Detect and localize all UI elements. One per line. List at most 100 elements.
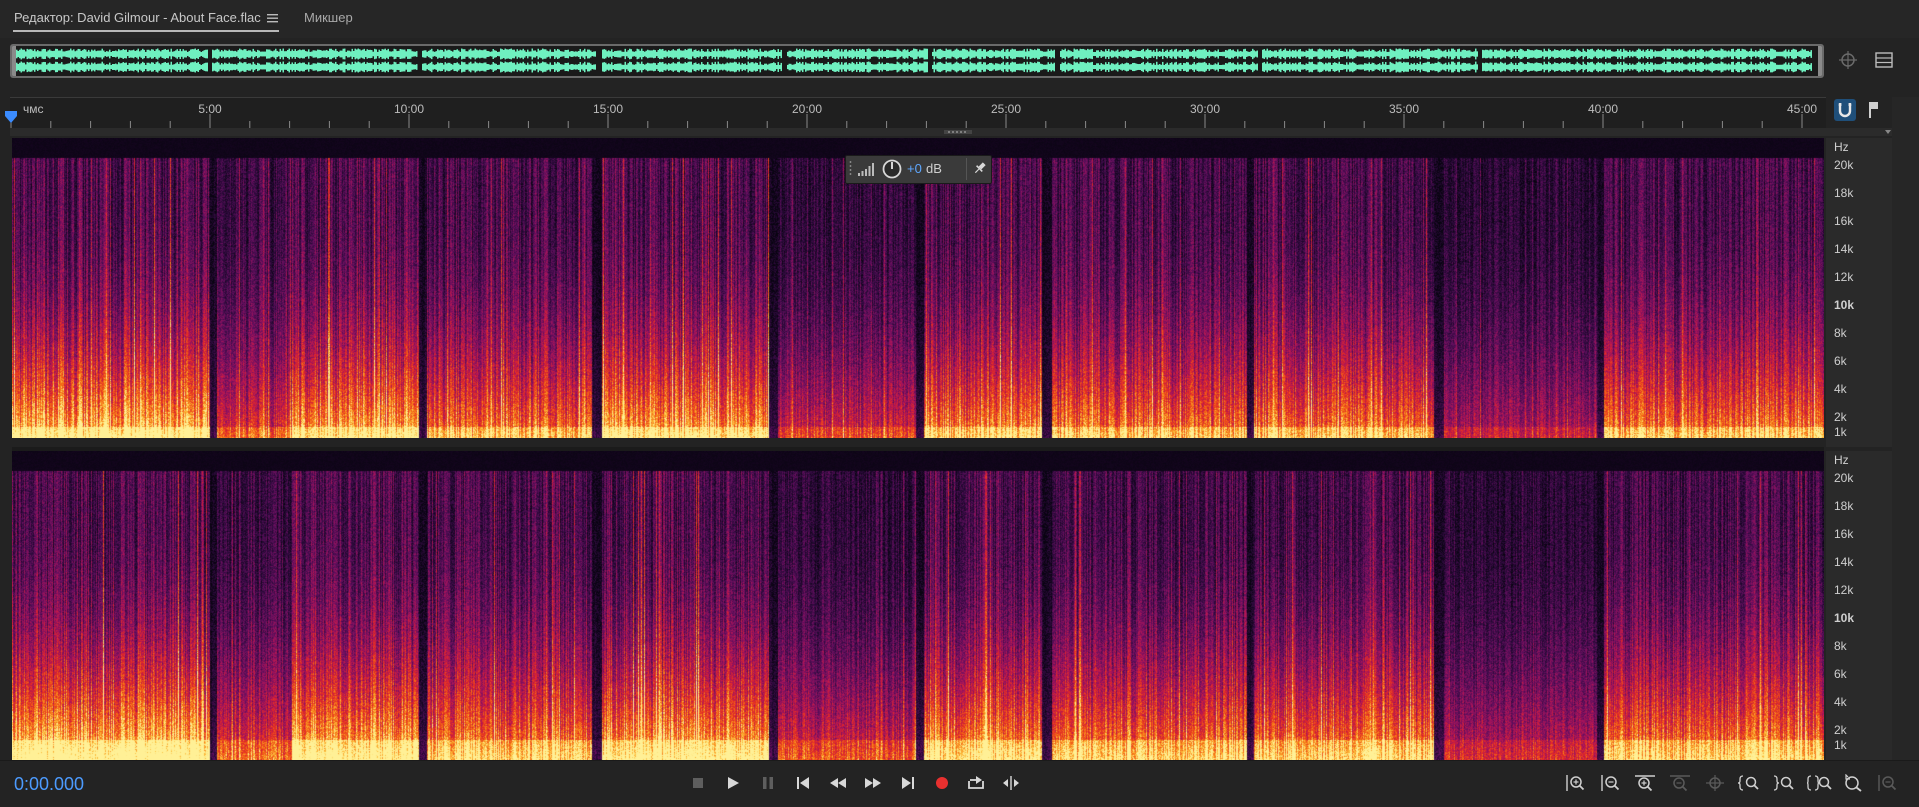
- skip-to-end-icon: [902, 777, 914, 789]
- frequency-label: 12k: [1834, 583, 1854, 597]
- ruler-unit-label: чмс: [23, 102, 44, 116]
- chevron-down-icon[interactable]: [1884, 128, 1892, 136]
- frequency-label: 20k: [1834, 158, 1854, 172]
- ruler-tick-label: 30:00: [1189, 102, 1221, 116]
- snap-magnet-icon[interactable]: [1834, 99, 1856, 121]
- skip-selection-button[interactable]: [999, 772, 1023, 794]
- zoom-in-right-button[interactable]: [1772, 772, 1798, 794]
- rewind-icon: [830, 778, 846, 788]
- hud-drag-grip-icon[interactable]: [848, 159, 853, 178]
- time-display[interactable]: 0:00.000: [14, 774, 84, 795]
- skip-to-start-button[interactable]: [791, 772, 815, 794]
- fast-forward-icon: [865, 778, 881, 788]
- frequency-label: 1k: [1834, 738, 1847, 752]
- ruler-ticks: [10, 114, 1803, 128]
- spectrogram-channel-right[interactable]: [12, 451, 1824, 760]
- frequency-scale-left[interactable]: Hz 20k 18k 16k 14k 12k 10k 8k 6k 4k 2k 1…: [1826, 138, 1892, 447]
- spectrogram-canvas: [12, 451, 1824, 760]
- overview-right-handle[interactable]: [1818, 46, 1822, 76]
- zoom-to-selection-icon[interactable]: [1838, 50, 1858, 70]
- skip-to-start-icon: [797, 777, 809, 789]
- frequency-label: 12k: [1834, 270, 1854, 284]
- ruler-tick-label: 45:00: [1786, 102, 1818, 116]
- zoom-in-time-button[interactable]: [1632, 772, 1658, 794]
- zoom-out-amplitude-icon: [1601, 775, 1620, 791]
- play-button[interactable]: [721, 772, 745, 794]
- zoom-in-amplitude-icon: [1566, 775, 1585, 791]
- frequency-label: 10k: [1834, 298, 1855, 312]
- tab-mixer[interactable]: Микшер: [304, 10, 353, 25]
- zoom-in-left-button[interactable]: [1737, 772, 1763, 794]
- zoom-reset-icon: [1845, 774, 1862, 792]
- volume-value[interactable]: +0: [907, 161, 922, 176]
- skip-to-end-button[interactable]: [896, 772, 920, 794]
- zoom-in-right-icon: [1773, 775, 1794, 791]
- volume-knob-icon[interactable]: [881, 158, 903, 180]
- zoom-out-time-button[interactable]: [1667, 772, 1693, 794]
- ruler-tick-label: 35:00: [1388, 102, 1420, 116]
- skip-selection-icon: [1003, 776, 1019, 790]
- zoom-out-amplitude-button[interactable]: [1597, 772, 1623, 794]
- frequency-label: 8k: [1834, 326, 1847, 340]
- zoom-reset-button[interactable]: [1840, 772, 1866, 794]
- ruler-tick-label: 40:00: [1587, 102, 1619, 116]
- frequency-label: 18k: [1834, 499, 1854, 513]
- frequency-label: 14k: [1834, 555, 1854, 569]
- zoom-full-icon: [1807, 775, 1832, 791]
- right-panel-edge: [1892, 97, 1919, 760]
- frequency-scale-right[interactable]: Hz 20k 18k 16k 14k 12k 10k 8k 6k 4k 2k 1…: [1826, 451, 1892, 760]
- frequency-label: 18k: [1834, 186, 1854, 200]
- ruler-tick-label: 5:00: [198, 102, 222, 116]
- resize-grip-icon[interactable]: [944, 130, 972, 134]
- frequency-label: 4k: [1834, 695, 1847, 709]
- zoom-out-time-icon: [1670, 775, 1690, 792]
- frequency-label: 20k: [1834, 471, 1854, 485]
- overview-waveform-graphic: [16, 48, 1812, 73]
- frequency-label: 2k: [1834, 410, 1847, 424]
- rewind-button[interactable]: [826, 772, 850, 794]
- list-view-icon[interactable]: [1874, 50, 1894, 70]
- add-marker-icon[interactable]: [1866, 101, 1880, 119]
- overview-left-handle[interactable]: [12, 46, 16, 76]
- ruler-tick-label: 10:00: [393, 102, 425, 116]
- loop-icon: [968, 776, 984, 789]
- ruler-tick-label: 25:00: [990, 102, 1022, 116]
- playhead-marker-icon[interactable]: [4, 110, 18, 124]
- zoom-out-full-icon: [1878, 775, 1897, 791]
- pause-button[interactable]: [756, 772, 780, 794]
- overview-waveform[interactable]: [10, 44, 1824, 78]
- pause-icon: [763, 777, 773, 789]
- pin-icon[interactable]: [972, 160, 988, 176]
- volume-unit: dB: [926, 161, 942, 176]
- active-tab-indicator: [13, 30, 279, 32]
- zoom-in-time-icon: [1635, 775, 1655, 792]
- loop-playback-button[interactable]: [964, 772, 988, 794]
- frequency-label: 14k: [1834, 242, 1854, 256]
- ruler-tick-label: 20:00: [791, 102, 823, 116]
- frequency-label: 2k: [1834, 723, 1847, 737]
- stop-icon: [693, 778, 703, 788]
- menu-icon[interactable]: [267, 13, 278, 23]
- zoom-out-full-button[interactable]: [1874, 772, 1900, 794]
- tab-bar: Редактор: David Gilmour - About Face.fla…: [0, 0, 1919, 38]
- zoom-in-left-icon: [1738, 775, 1759, 791]
- record-button[interactable]: [930, 772, 954, 794]
- hud-divider: [966, 158, 967, 180]
- frequency-label: 16k: [1834, 527, 1854, 541]
- fast-forward-button[interactable]: [861, 772, 885, 794]
- frequency-unit-label: Hz: [1834, 453, 1849, 467]
- ruler-tick-label: 15:00: [592, 102, 624, 116]
- zoom-full-button[interactable]: [1807, 772, 1833, 794]
- stop-button[interactable]: [686, 772, 710, 794]
- frequency-label: 16k: [1834, 214, 1854, 228]
- zoom-selection-icon: [1706, 775, 1724, 791]
- record-icon: [936, 777, 948, 789]
- zoom-selection-button[interactable]: [1702, 772, 1728, 794]
- play-icon: [728, 777, 739, 789]
- frequency-unit-label: Hz: [1834, 140, 1849, 154]
- time-ruler[interactable]: чмс 5:00 10:00 15:00 20:00 25:00 30:00 3…: [10, 97, 1826, 128]
- frequency-label: 1k: [1834, 425, 1847, 439]
- tab-editor[interactable]: Редактор: David Gilmour - About Face.fla…: [14, 10, 261, 25]
- zoom-in-amplitude-button[interactable]: [1562, 772, 1588, 794]
- frequency-label: 4k: [1834, 382, 1847, 396]
